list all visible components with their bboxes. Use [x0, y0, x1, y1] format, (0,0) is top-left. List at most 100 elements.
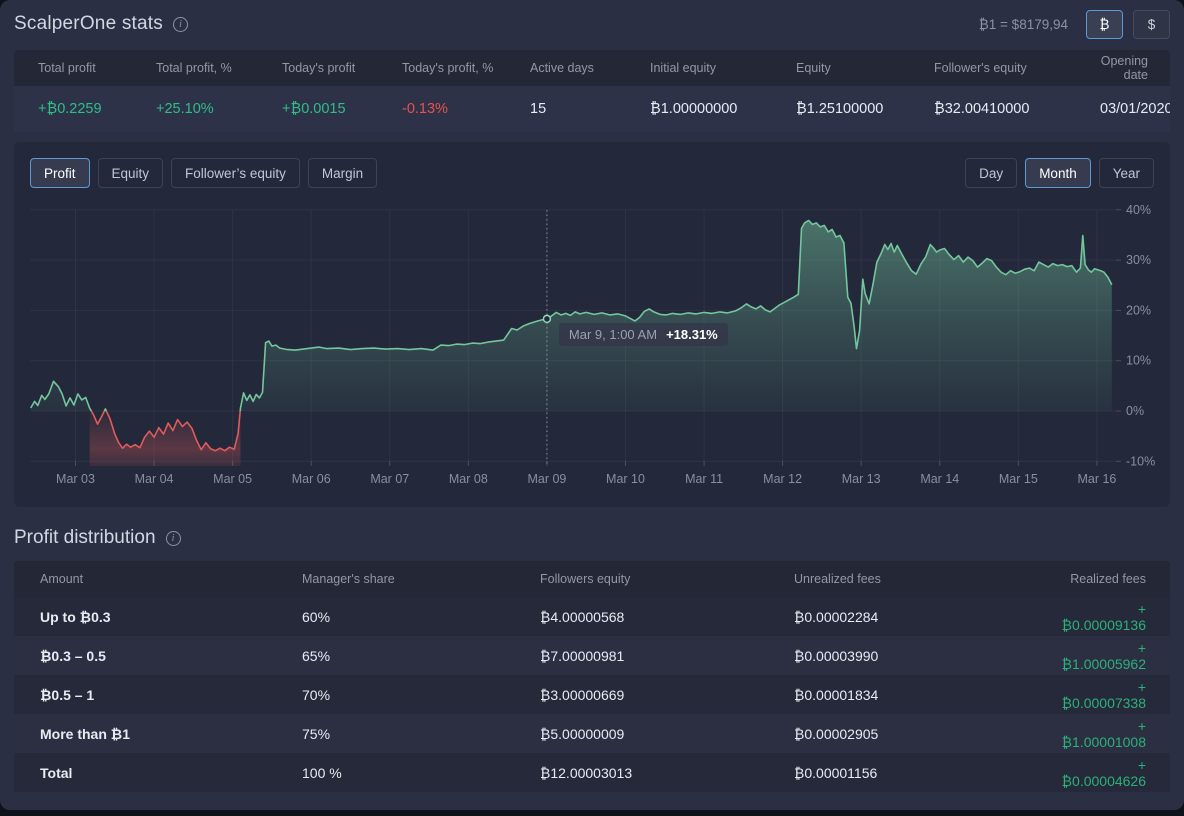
y-axis-label: 0%: [1126, 404, 1144, 418]
period-day[interactable]: Day: [965, 158, 1017, 188]
currency-toggle: ₿$: [1086, 10, 1170, 39]
tab-follower-s-equity[interactable]: Follower’s equity: [171, 158, 300, 188]
cell-realized: +₿0.00004626: [1054, 757, 1170, 789]
x-axis-label: Mar 07: [370, 472, 409, 486]
cell-share: 75%: [302, 726, 540, 742]
distribution-col-label: Amount: [40, 572, 302, 586]
table-row: More than ₿175%₿5.00000009₿0.00002905+₿1…: [14, 714, 1170, 753]
stats-value-row: +₿0.2259+25.10%+₿0.0015-0.13%15₿1.000000…: [14, 86, 1170, 132]
x-axis-label: Mar 10: [606, 472, 645, 486]
distribution-info-icon[interactable]: i: [166, 531, 181, 546]
stats-col-value: ₿1.25100000: [796, 101, 934, 117]
cell-share: 70%: [302, 687, 540, 703]
stats-col-label: Active days: [530, 61, 650, 75]
y-axis-label: 20%: [1126, 303, 1151, 317]
currency-button-btc[interactable]: ₿: [1086, 10, 1123, 39]
cell-unrealized: ₿0.00002905: [794, 726, 1054, 742]
cell-unrealized: ₿0.00003990: [794, 648, 1054, 664]
stats-col-value: +₿0.0015: [282, 101, 402, 117]
header-right: ₿1 = $8179,94 ₿$: [979, 10, 1170, 39]
stats-col-label: Total profit, %: [156, 61, 282, 75]
cell-followers_equity: ₿3.00000669: [540, 687, 794, 703]
distribution-col-label: Realized fees: [1054, 572, 1170, 586]
tab-profit[interactable]: Profit: [30, 158, 90, 188]
cell-amount: More than ₿1: [40, 726, 302, 742]
cell-followers_equity: ₿4.00000568: [540, 609, 794, 625]
period-tabs: Day Month Year: [965, 158, 1154, 188]
table-row: Up to ₿0.360%₿4.00000568₿0.00002284+₿0.0…: [14, 597, 1170, 636]
x-axis-label: Mar 06: [292, 472, 331, 486]
stats-col-value: ₿32.00410000: [934, 101, 1100, 117]
distribution-table: AmountManager's shareFollowers equityUnr…: [14, 561, 1170, 792]
period-year[interactable]: Year: [1099, 158, 1154, 188]
cell-share: 65%: [302, 648, 540, 664]
x-axis-label: Mar 13: [842, 472, 881, 486]
stats-col-label: Today's profit: [282, 61, 402, 75]
cell-followers_equity: ₿7.00000981: [540, 648, 794, 664]
x-axis-label: Mar 15: [999, 472, 1038, 486]
chart-panel: Profit EquityFollower’s equity Margin Day M…: [14, 142, 1170, 507]
table-row: ₿0.3 – 0.565%₿7.00000981₿0.00003990+₿1.0…: [14, 636, 1170, 675]
cell-unrealized: ₿0.00001156: [794, 765, 1054, 781]
distribution-title: Profit distribution: [14, 527, 156, 549]
cell-followers_equity: ₿12.00003013: [540, 765, 794, 781]
cell-followers_equity: ₿5.00000009: [540, 726, 794, 742]
x-axis-label: Mar 09: [527, 472, 566, 486]
page-title: ScalperOne stats: [14, 13, 163, 35]
header: ScalperOne stats i ₿1 = $8179,94 ₿$: [0, 0, 1184, 48]
stats-col-label: Today's profit, %: [402, 61, 530, 75]
distribution-title-row: Profit distribution i: [14, 527, 1170, 549]
info-icon[interactable]: i: [173, 17, 188, 32]
cell-amount: ₿0.5 – 1: [40, 687, 302, 703]
stats-col-label: Equity: [796, 61, 934, 75]
cell-realized: +₿1.00005962: [1054, 640, 1170, 672]
y-axis-label: 40%: [1126, 203, 1151, 217]
cell-share: 100 %: [302, 765, 540, 781]
stats-col-value: +₿0.2259: [38, 101, 156, 117]
profit-chart-svg[interactable]: 40%30%20%10%0%-10%Mar 03Mar 04Mar 05Mar …: [14, 198, 1170, 500]
stats-col-value: -0.13%: [402, 101, 530, 117]
stats-col-value: +25.10%: [156, 101, 282, 117]
x-axis-label: Mar 16: [1077, 472, 1116, 486]
x-axis-label: Mar 14: [920, 472, 959, 486]
chart-tabs-row: Profit EquityFollower’s equity Margin Day M…: [14, 142, 1170, 198]
stats-col-label: Initial equity: [650, 61, 796, 75]
cell-realized: +₿0.00009136: [1054, 601, 1170, 633]
metric-tabs: Profit EquityFollower’s equity Margin: [30, 158, 377, 188]
y-axis-label: 30%: [1126, 253, 1151, 267]
period-month[interactable]: Month: [1025, 158, 1091, 188]
profit-chart[interactable]: 40%30%20%10%0%-10%Mar 03Mar 04Mar 05Mar …: [14, 198, 1170, 500]
distribution-col-label: Manager's share: [302, 572, 540, 586]
x-axis-label: Mar 04: [135, 472, 174, 486]
cell-unrealized: ₿0.00001834: [794, 687, 1054, 703]
tab-margin[interactable]: Margin: [308, 158, 377, 188]
stats-col-value: 03/01/2020: [1100, 101, 1170, 117]
stats-col-label: Total profit: [38, 61, 156, 75]
x-axis-label: Mar 05: [213, 472, 252, 486]
stats-col-value: ₿1.00000000: [650, 101, 796, 117]
tab-equity[interactable]: Equity: [98, 158, 164, 188]
currency-button-usd[interactable]: $: [1133, 10, 1170, 39]
cell-amount: Total: [40, 765, 302, 781]
stats-header-row: Total profitTotal profit, %Today's profi…: [14, 50, 1170, 86]
exchange-rate: ₿1 = $8179,94: [979, 17, 1068, 32]
table-row: ₿0.5 – 170%₿3.00000669₿0.00001834+₿0.000…: [14, 675, 1170, 714]
hover-marker: [543, 315, 550, 322]
stats-summary-table: Total profitTotal profit, %Today's profi…: [14, 50, 1170, 132]
stats-col-label: Follower's equity: [934, 61, 1100, 75]
distribution-col-label: Unrealized fees: [794, 572, 1054, 586]
y-axis-label: 10%: [1126, 354, 1151, 368]
stats-card: ScalperOne stats i ₿1 = $8179,94 ₿$ Tota…: [0, 0, 1184, 810]
distribution-header-row: AmountManager's shareFollowers equityUnr…: [14, 561, 1170, 597]
x-axis-label: Mar 08: [449, 472, 488, 486]
cell-unrealized: ₿0.00002284: [794, 609, 1054, 625]
x-axis-label: Mar 12: [763, 472, 802, 486]
cell-share: 60%: [302, 609, 540, 625]
cell-realized: +₿0.00007338: [1054, 679, 1170, 711]
cell-amount: ₿0.3 – 0.5: [40, 648, 302, 664]
x-axis-label: Mar 11: [685, 472, 723, 486]
cell-realized: +₿1.00001008: [1054, 718, 1170, 750]
stats-col-label: Opening date: [1100, 54, 1170, 82]
table-row: Total100 %₿12.00003013₿0.00001156+₿0.000…: [14, 753, 1170, 792]
cell-amount: Up to ₿0.3: [40, 609, 302, 625]
